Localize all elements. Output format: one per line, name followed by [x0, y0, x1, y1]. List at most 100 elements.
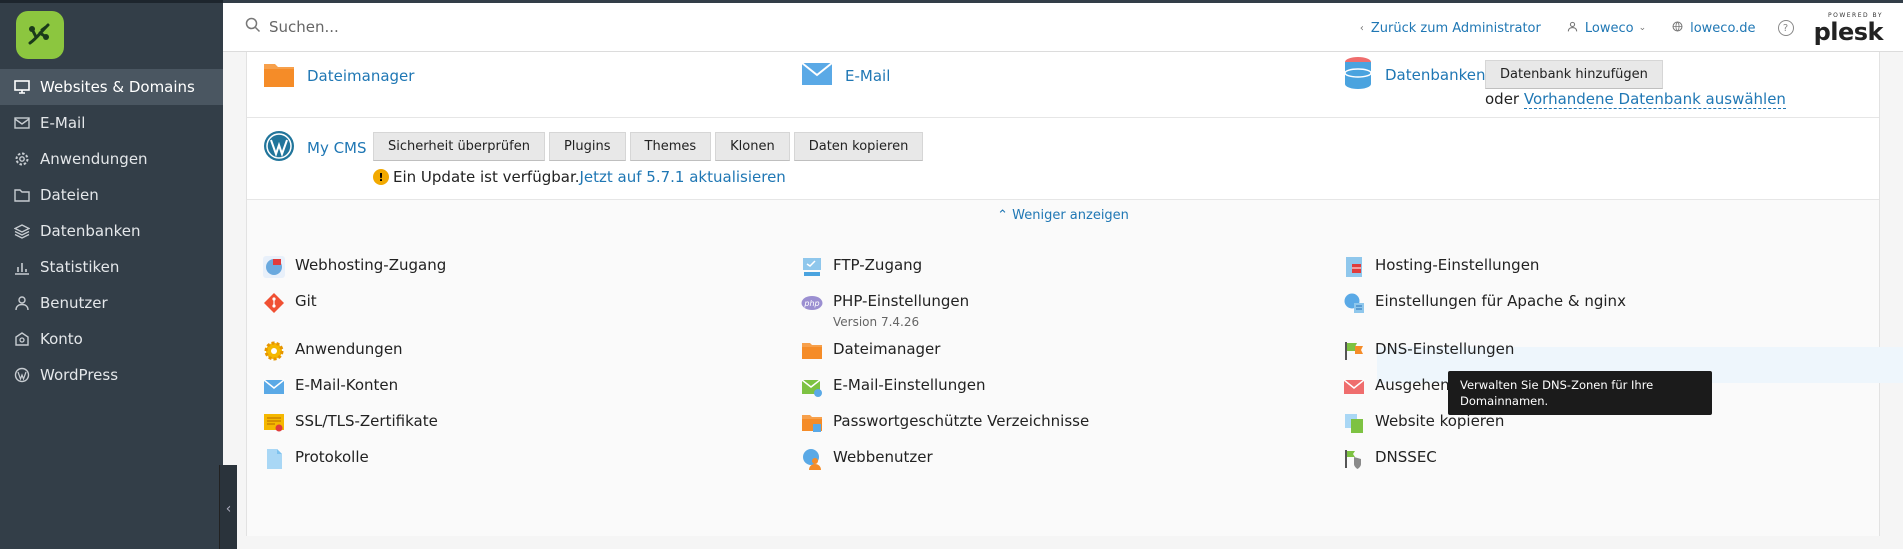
cms-row: My CMS Sicherheit überprüfen Plugins The…	[247, 118, 1879, 200]
tool-ssl-certificates[interactable]: SSL/TLS-Zertifikate	[263, 412, 438, 434]
top-bar-actions: ‹ Zurück zum Administrator Loweco ⌄ lowe…	[1334, 12, 1884, 44]
domain-link[interactable]: loweco.de	[1672, 21, 1756, 36]
apache-nginx-icon	[1343, 292, 1365, 314]
user-menu[interactable]: Loweco ⌄	[1567, 21, 1646, 36]
tool-applications[interactable]: Anwendungen	[263, 340, 403, 362]
tool-filemanager[interactable]: Dateimanager	[801, 340, 940, 362]
webhosting-access-icon	[263, 256, 285, 278]
outgoing-mail-icon	[1343, 376, 1365, 398]
sidebar-item-label: Benutzer	[40, 294, 108, 312]
sidebar: Websites & Domains E-Mail Anwendungen Da…	[0, 0, 237, 549]
bar-chart-icon	[14, 259, 30, 275]
tool-dnssec[interactable]: DNSSEC	[1343, 448, 1437, 470]
sidebar-item-users[interactable]: Benutzer	[0, 285, 223, 321]
select-existing-database-link[interactable]: Vorhandene Datenbank auswählen	[1523, 90, 1786, 109]
protected-folder-icon	[801, 412, 823, 434]
sidebar-item-statistics[interactable]: Statistiken	[0, 249, 223, 285]
domain-card: Dateimanager E-Mail Datenbanken Datenban…	[246, 52, 1903, 536]
databases-label: Datenbanken	[1385, 66, 1486, 84]
folder-icon	[263, 60, 295, 92]
update-now-link[interactable]: Jetzt auf 5.7.1 aktualisieren	[580, 168, 786, 186]
search-input[interactable]	[269, 18, 669, 36]
layers-icon	[14, 223, 30, 239]
add-database-wrapper: Datenbank hinzufügen	[1485, 60, 1667, 89]
email-link[interactable]: E-Mail	[801, 62, 890, 90]
quick-links-row: Dateimanager E-Mail Datenbanken Datenban…	[247, 52, 1879, 118]
tool-git[interactable]: Git	[263, 292, 317, 314]
databases-link[interactable]: Datenbanken	[1343, 56, 1485, 94]
tool-copy-website[interactable]: Website kopieren	[1343, 412, 1504, 434]
sidebar-item-label: Konto	[40, 330, 83, 348]
plugins-button[interactable]: Plugins	[548, 132, 626, 161]
dns-tooltip: Verwalten Sie DNS-Zonen für Ihre Domainn…	[1448, 371, 1712, 415]
account-icon	[14, 331, 30, 347]
tool-label: DNS-Einstellungen	[1375, 340, 1515, 358]
tool-label: DNSSEC	[1375, 448, 1437, 466]
chevron-left-icon: ‹	[225, 500, 232, 517]
wordpress-icon	[14, 367, 30, 383]
security-check-button[interactable]: Sicherheit überprüfen	[373, 132, 545, 161]
tool-label: Passwortgeschützte Verzeichnisse	[833, 412, 1090, 430]
sidebar-item-databases[interactable]: Datenbanken	[0, 213, 223, 249]
search-box	[245, 17, 669, 37]
sidebar-item-files[interactable]: Dateien	[0, 177, 223, 213]
php-icon: php	[801, 292, 823, 314]
filemanager-link[interactable]: Dateimanager	[263, 60, 414, 92]
update-text: Ein Update ist verfügbar.	[393, 168, 580, 186]
gear-icon	[263, 340, 285, 362]
dns-icon	[1343, 340, 1365, 362]
tool-label: Webbenutzer	[833, 448, 933, 466]
email-label: E-Mail	[845, 67, 891, 85]
sidebar-item-applications[interactable]: Anwendungen	[0, 141, 223, 177]
envelope-icon	[801, 62, 833, 90]
chevron-down-icon: ⌄	[1638, 23, 1647, 33]
globe-icon	[1672, 21, 1683, 35]
email-settings-icon	[801, 376, 823, 398]
help-icon[interactable]: ?	[1777, 20, 1794, 36]
tool-php-settings[interactable]: php PHP-Einstellungen Version 7.4.26	[801, 292, 969, 329]
mail-icon	[14, 115, 30, 131]
hosting-settings-icon	[1343, 256, 1365, 278]
php-settings-text: PHP-Einstellungen Version 7.4.26	[833, 292, 969, 329]
leaf-icon	[28, 23, 50, 45]
tool-label: E-Mail-Konten	[295, 376, 399, 394]
tool-hosting-settings[interactable]: Hosting-Einstellungen	[1343, 256, 1539, 278]
php-version: Version 7.4.26	[833, 315, 920, 329]
tool-email-accounts[interactable]: E-Mail-Konten	[263, 376, 398, 398]
chevron-up-icon: ⌃	[997, 208, 1008, 223]
ftp-icon	[801, 256, 823, 278]
tool-web-users[interactable]: Webbenutzer	[801, 448, 933, 470]
themes-button[interactable]: Themes	[629, 132, 712, 161]
tool-email-settings[interactable]: E-Mail-Einstellungen	[801, 376, 985, 398]
chevron-left-icon: ‹	[1359, 22, 1364, 34]
show-less-link[interactable]: ⌃ Weniger anzeigen	[247, 208, 1879, 223]
back-to-admin-link[interactable]: ‹ Zurück zum Administrator	[1360, 21, 1541, 36]
envelope-icon	[263, 376, 285, 398]
cms-actions: Sicherheit überprüfen Plugins Themes Klo…	[373, 132, 927, 161]
sidebar-item-email[interactable]: E-Mail	[0, 105, 223, 141]
tool-label: PHP-Einstellungen	[833, 292, 970, 310]
dnssec-icon	[1343, 448, 1365, 470]
tool-label: Dateimanager	[833, 340, 941, 358]
tool-label: FTP-Zugang	[833, 256, 923, 274]
tool-apache-nginx-settings[interactable]: Einstellungen für Apache & nginx	[1343, 292, 1626, 314]
tool-dns-settings[interactable]: DNS-Einstellungen	[1343, 340, 1514, 362]
select-database-line: oder Vorhandene Datenbank auswählen	[1485, 90, 1786, 109]
clone-button[interactable]: Klonen	[715, 132, 790, 161]
my-cms-link[interactable]: My CMS	[263, 130, 367, 166]
sidebar-item-label: Datenbanken	[40, 222, 141, 240]
tool-webhosting-access[interactable]: Webhosting-Zugang	[263, 256, 446, 278]
tool-logs[interactable]: Protokolle	[263, 448, 369, 470]
sidebar-nav: Websites & Domains E-Mail Anwendungen Da…	[0, 69, 223, 393]
sidebar-item-websites-domains[interactable]: Websites & Domains	[0, 69, 223, 105]
tool-ftp-access[interactable]: FTP-Zugang	[801, 256, 922, 278]
add-database-button[interactable]: Datenbank hinzufügen	[1485, 60, 1663, 89]
sidebar-item-account[interactable]: Konto	[0, 321, 223, 357]
plesk-logo[interactable]	[16, 11, 64, 59]
sidebar-collapse-button[interactable]: ‹	[219, 465, 237, 549]
sidebar-item-wordpress[interactable]: WordPress	[0, 357, 223, 393]
tool-password-protected-dirs[interactable]: Passwortgeschützte Verzeichnisse	[801, 412, 1089, 434]
filemanager-label: Dateimanager	[307, 67, 415, 85]
sidebar-item-label: Websites & Domains	[40, 78, 195, 96]
copy-data-button[interactable]: Daten kopieren	[793, 132, 924, 161]
